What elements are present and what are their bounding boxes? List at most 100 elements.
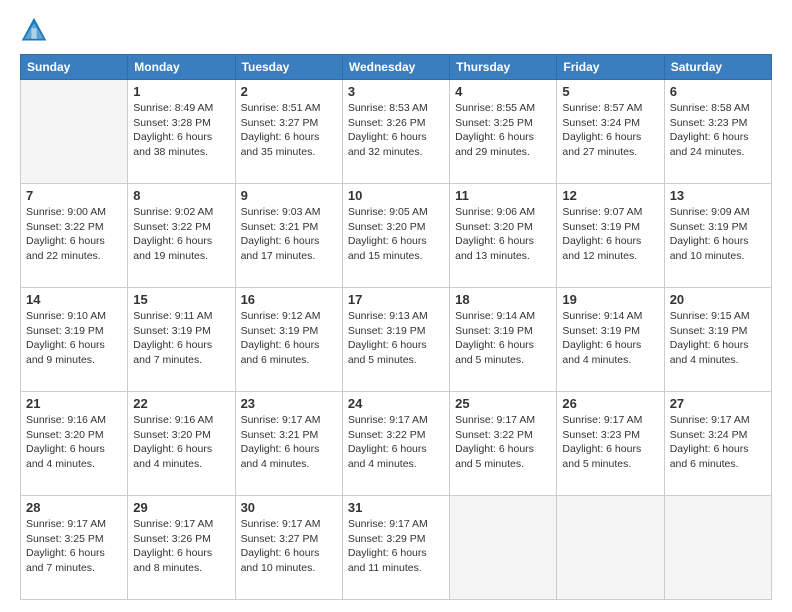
day-info: Sunrise: 9:17 AMSunset: 3:29 PMDaylight:… — [348, 517, 444, 576]
calendar-cell: 22 Sunrise: 9:16 AMSunset: 3:20 PMDayligh… — [128, 392, 235, 496]
calendar-week-row: 7Sunrise: 9:00 AMSunset: 3:22 PMDaylight… — [21, 184, 772, 288]
calendar-cell: 2 Sunrise: 8:51 AMSunset: 3:27 PMDaylight… — [235, 80, 342, 184]
day-number: 11 — [455, 188, 551, 203]
day-number: 22 — [133, 396, 229, 411]
calendar-cell: 21 Sunrise: 9:16 AMSunset: 3:20 PMDayligh… — [21, 392, 128, 496]
day-number: 19 — [562, 292, 658, 307]
day-info: Sunrise: 9:15 AMSunset: 3:19 PMDaylight:… — [670, 309, 766, 368]
calendar-cell: 5 Sunrise: 8:57 AMSunset: 3:24 PMDaylight… — [557, 80, 664, 184]
day-info: Sunrise: 9:05 AMSunset: 3:20 PMDaylight:… — [348, 205, 444, 264]
day-info: Sunrise: 8:49 AMSunset: 3:28 PMDaylight:… — [133, 101, 229, 160]
day-info: Sunrise: 9:17 AMSunset: 3:21 PMDaylight:… — [241, 413, 337, 472]
calendar-cell: 4 Sunrise: 8:55 AMSunset: 3:25 PMDaylight… — [450, 80, 557, 184]
day-info: Sunrise: 9:17 AMSunset: 3:22 PMDaylight:… — [455, 413, 551, 472]
day-number: 26 — [562, 396, 658, 411]
calendar-cell: 23 Sunrise: 9:17 AMSunset: 3:21 PMDayligh… — [235, 392, 342, 496]
calendar-cell: 26 Sunrise: 9:17 AMSunset: 3:23 PMDayligh… — [557, 392, 664, 496]
day-number: 9 — [241, 188, 337, 203]
calendar-cell: 1 Sunrise: 8:49 AMSunset: 3:28 PMDaylight… — [128, 80, 235, 184]
day-number: 28 — [26, 500, 122, 515]
logo-icon — [20, 16, 48, 44]
day-number: 29 — [133, 500, 229, 515]
day-number: 4 — [455, 84, 551, 99]
day-number: 2 — [241, 84, 337, 99]
day-info: Sunrise: 9:17 AMSunset: 3:23 PMDaylight:… — [562, 413, 658, 472]
calendar-cell: 12 Sunrise: 9:07 AMSunset: 3:19 PMDayligh… — [557, 184, 664, 288]
day-number: 24 — [348, 396, 444, 411]
calendar-cell — [664, 496, 771, 600]
calendar-cell: 11 Sunrise: 9:06 AMSunset: 3:20 PMDayligh… — [450, 184, 557, 288]
day-info: Sunrise: 9:02 AMSunset: 3:22 PMDaylight:… — [133, 205, 229, 264]
calendar-cell: 27Sunrise: 9:17 AMSunset: 3:24 PMDayligh… — [664, 392, 771, 496]
day-number: 18 — [455, 292, 551, 307]
day-info: Sunrise: 9:14 AMSunset: 3:19 PMDaylight:… — [455, 309, 551, 368]
weekday-header-tuesday: Tuesday — [235, 55, 342, 80]
calendar-cell: 30 Sunrise: 9:17 AMSunset: 3:27 PMDayligh… — [235, 496, 342, 600]
calendar-cell: 7Sunrise: 9:00 AMSunset: 3:22 PMDaylight… — [21, 184, 128, 288]
calendar-cell: 29 Sunrise: 9:17 AMSunset: 3:26 PMDayligh… — [128, 496, 235, 600]
day-info: Sunrise: 9:06 AMSunset: 3:20 PMDaylight:… — [455, 205, 551, 264]
calendar-cell: 20 Sunrise: 9:15 AMSunset: 3:19 PMDayligh… — [664, 288, 771, 392]
day-info: Sunrise: 8:57 AMSunset: 3:24 PMDaylight:… — [562, 101, 658, 160]
day-number: 21 — [26, 396, 122, 411]
day-number: 5 — [562, 84, 658, 99]
day-info: Sunrise: 9:16 AMSunset: 3:20 PMDaylight:… — [133, 413, 229, 472]
day-info: Sunrise: 9:17 AMSunset: 3:27 PMDaylight:… — [241, 517, 337, 576]
calendar-cell: 31 Sunrise: 9:17 AMSunset: 3:29 PMDayligh… — [342, 496, 449, 600]
day-info: Sunrise: 9:13 AMSunset: 3:19 PMDaylight:… — [348, 309, 444, 368]
day-info: Sunrise: 9:09 AMSunset: 3:19 PMDaylight:… — [670, 205, 766, 264]
day-number: 15 — [133, 292, 229, 307]
day-number: 6 — [670, 84, 766, 99]
calendar-cell: 28 Sunrise: 9:17 AMSunset: 3:25 PMDayligh… — [21, 496, 128, 600]
day-info: Sunrise: 9:17 AMSunset: 3:24 PMDaylight:… — [670, 413, 766, 472]
day-info: Sunrise: 8:51 AMSunset: 3:27 PMDaylight:… — [241, 101, 337, 160]
day-number: 10 — [348, 188, 444, 203]
day-number: 23 — [241, 396, 337, 411]
calendar-week-row: 14 Sunrise: 9:10 AMSunset: 3:19 PMDayligh… — [21, 288, 772, 392]
day-info: Sunrise: 9:10 AMSunset: 3:19 PMDaylight:… — [26, 309, 122, 368]
calendar-cell: 14 Sunrise: 9:10 AMSunset: 3:19 PMDayligh… — [21, 288, 128, 392]
day-info: Sunrise: 8:53 AMSunset: 3:26 PMDaylight:… — [348, 101, 444, 160]
weekday-header-monday: Monday — [128, 55, 235, 80]
day-number: 16 — [241, 292, 337, 307]
day-info: Sunrise: 8:55 AMSunset: 3:25 PMDaylight:… — [455, 101, 551, 160]
day-info: Sunrise: 9:14 AMSunset: 3:19 PMDaylight:… — [562, 309, 658, 368]
day-number: 30 — [241, 500, 337, 515]
day-info: Sunrise: 9:12 AMSunset: 3:19 PMDaylight:… — [241, 309, 337, 368]
day-info: Sunrise: 9:17 AMSunset: 3:25 PMDaylight:… — [26, 517, 122, 576]
weekday-header-friday: Friday — [557, 55, 664, 80]
calendar-cell: 25 Sunrise: 9:17 AMSunset: 3:22 PMDayligh… — [450, 392, 557, 496]
calendar-cell: 6 Sunrise: 8:58 AMSunset: 3:23 PMDaylight… — [664, 80, 771, 184]
day-info: Sunrise: 9:03 AMSunset: 3:21 PMDaylight:… — [241, 205, 337, 264]
calendar-cell — [557, 496, 664, 600]
calendar-cell: 16 Sunrise: 9:12 AMSunset: 3:19 PMDayligh… — [235, 288, 342, 392]
weekday-header-thursday: Thursday — [450, 55, 557, 80]
calendar-week-row: 21 Sunrise: 9:16 AMSunset: 3:20 PMDayligh… — [21, 392, 772, 496]
day-number: 12 — [562, 188, 658, 203]
day-info: Sunrise: 9:17 AMSunset: 3:26 PMDaylight:… — [133, 517, 229, 576]
calendar-cell — [21, 80, 128, 184]
day-number: 31 — [348, 500, 444, 515]
calendar-cell — [450, 496, 557, 600]
calendar-cell: 3Sunrise: 8:53 AMSunset: 3:26 PMDaylight… — [342, 80, 449, 184]
calendar-cell: 9 Sunrise: 9:03 AMSunset: 3:21 PMDaylight… — [235, 184, 342, 288]
day-number: 20 — [670, 292, 766, 307]
calendar-table: SundayMondayTuesdayWednesdayThursdayFrid… — [20, 54, 772, 600]
day-number: 17 — [348, 292, 444, 307]
day-number: 14 — [26, 292, 122, 307]
calendar-cell: 18 Sunrise: 9:14 AMSunset: 3:19 PMDayligh… — [450, 288, 557, 392]
day-info: Sunrise: 9:07 AMSunset: 3:19 PMDaylight:… — [562, 205, 658, 264]
day-info: Sunrise: 8:58 AMSunset: 3:23 PMDaylight:… — [670, 101, 766, 160]
calendar-cell: 17 Sunrise: 9:13 AMSunset: 3:19 PMDayligh… — [342, 288, 449, 392]
weekday-header-saturday: Saturday — [664, 55, 771, 80]
day-info: Sunrise: 9:17 AMSunset: 3:22 PMDaylight:… — [348, 413, 444, 472]
day-number: 7 — [26, 188, 122, 203]
calendar-week-row: 1 Sunrise: 8:49 AMSunset: 3:28 PMDaylight… — [21, 80, 772, 184]
calendar-week-row: 28 Sunrise: 9:17 AMSunset: 3:25 PMDayligh… — [21, 496, 772, 600]
day-number: 1 — [133, 84, 229, 99]
day-info: Sunrise: 9:16 AMSunset: 3:20 PMDaylight:… — [26, 413, 122, 472]
calendar-cell: 8Sunrise: 9:02 AMSunset: 3:22 PMDaylight… — [128, 184, 235, 288]
weekday-header-sunday: Sunday — [21, 55, 128, 80]
page: SundayMondayTuesdayWednesdayThursdayFrid… — [0, 0, 792, 612]
day-number: 25 — [455, 396, 551, 411]
